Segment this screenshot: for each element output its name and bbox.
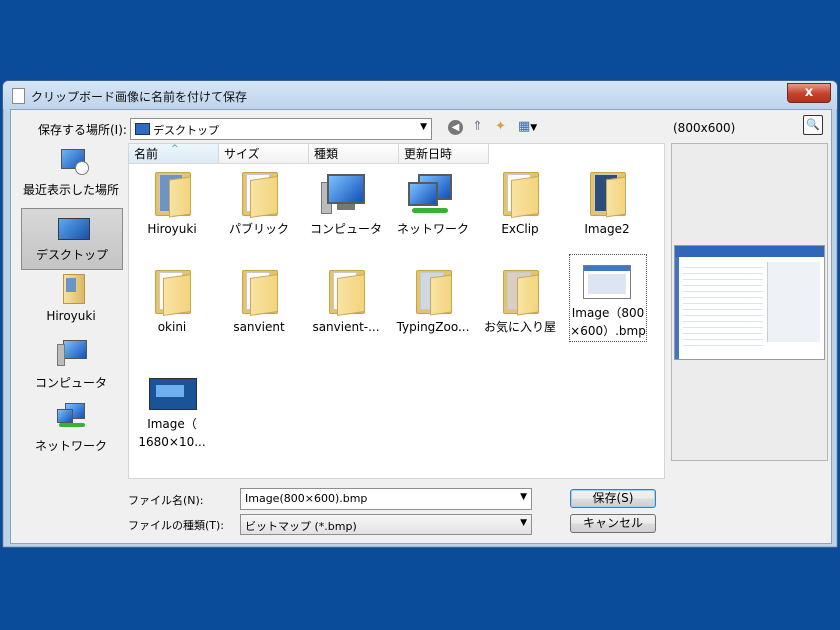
cancel-button[interactable]: キャンセル — [570, 514, 656, 533]
folder-icon — [240, 170, 280, 218]
folder-icon — [501, 268, 541, 316]
document-icon — [12, 88, 25, 104]
file-item-computer[interactable]: コンピュータ — [303, 170, 389, 262]
place-label: ネットワーク — [34, 439, 107, 453]
file-item-sanvient[interactable]: sanvient — [216, 268, 302, 360]
user-folder-icon — [153, 170, 193, 218]
file-item-image-800x600[interactable]: Image（800 ×600）.bmp — [569, 254, 647, 342]
magnifier-icon: 🔍 — [806, 118, 820, 131]
file-item-okiniiriya[interactable]: お気に入り屋 — [477, 268, 563, 360]
filetype-label: ファイルの種類(T): — [128, 519, 225, 532]
window-title: クリップボード画像に名前を付けて保存 — [31, 90, 248, 104]
folder-icon — [588, 170, 628, 218]
file-name-line1: Image（ — [147, 417, 197, 431]
places-bar: 最近表示した場所 デスクトップ Hiroyuki コンピュータ ネットワーク — [14, 143, 124, 473]
file-item-typingzoo[interactable]: TypingZoo... — [390, 268, 476, 360]
file-name-line2: ×600）.bmp — [570, 324, 646, 338]
file-item-image2[interactable]: Image2 — [564, 170, 650, 262]
file-name: ネットワーク — [396, 222, 469, 236]
file-name: お気に入り屋 — [483, 320, 556, 334]
preview-toggle-button[interactable]: 🔍 — [803, 115, 823, 135]
file-name-line2: 1680×10... — [138, 435, 206, 449]
column-label: 名前 — [134, 147, 159, 161]
place-desktop[interactable]: デスクトップ — [21, 208, 123, 270]
place-label: 最近表示した場所 — [22, 183, 119, 197]
close-button[interactable]: x — [787, 83, 831, 103]
place-computer[interactable]: コンピュータ — [21, 336, 121, 396]
dialog-client-area: 保存する場所(I): デスクトップ ▼ ◀ ⇑ ✦ ▦▼ (800x600) 🔍 — [10, 109, 832, 544]
file-list[interactable]: 名前 ^ サイズ 種類 更新日時 Hiroyuki パブリック コンピュータ ネ… — [128, 143, 665, 479]
desktop-icon — [135, 123, 150, 135]
file-item-image-1680[interactable]: Image（ 1680×10... — [129, 366, 215, 458]
folder-icon — [327, 268, 367, 316]
place-label: デスクトップ — [35, 248, 108, 262]
filetype-dropdown[interactable]: ビットマップ (*.bmp) ▼ — [240, 514, 532, 535]
bitmap-image-icon — [583, 265, 631, 299]
file-name: sanvient — [233, 320, 285, 334]
desktop-icon — [58, 214, 90, 242]
preview-size-label: (800x600) — [673, 121, 736, 135]
filename-label: ファイル名(N): — [128, 494, 204, 507]
file-name: Image2 — [584, 222, 630, 236]
back-button[interactable]: ◀ — [448, 120, 463, 135]
chevron-down-icon: ▼ — [530, 123, 538, 133]
file-item-okini[interactable]: okini — [129, 268, 215, 360]
chevron-down-icon[interactable]: ▼ — [520, 518, 527, 528]
save-dialog: クリップボード画像に名前を付けて保存 x 保存する場所(I): デスクトップ ▼… — [2, 80, 838, 548]
column-header-type[interactable]: 種類 — [309, 144, 399, 164]
column-header-size[interactable]: サイズ — [219, 144, 309, 164]
title-bar[interactable]: クリップボード画像に名前を付けて保存 x — [3, 81, 837, 109]
file-name: ExClip — [501, 222, 539, 236]
column-header-modified[interactable]: 更新日時 — [399, 144, 489, 164]
preview-pane — [671, 143, 828, 461]
user-folder-icon — [57, 274, 87, 304]
chevron-down-icon[interactable]: ▼ — [520, 492, 527, 502]
save-button[interactable]: 保存(S) — [570, 489, 656, 508]
file-item-public[interactable]: パブリック — [216, 170, 302, 262]
folder-icon — [414, 268, 454, 316]
computer-icon — [57, 340, 87, 368]
place-user[interactable]: Hiroyuki — [21, 273, 121, 333]
network-icon — [57, 403, 87, 431]
network-icon — [408, 174, 454, 218]
up-arrow-icon: ⇑ — [472, 119, 483, 134]
column-header-name[interactable]: 名前 ^ — [129, 144, 219, 164]
folder-icon — [153, 268, 193, 316]
place-label: Hiroyuki — [46, 309, 96, 323]
file-name: コンピュータ — [309, 222, 382, 236]
place-label: コンピュータ — [34, 376, 107, 390]
sort-ascending-icon: ^ — [171, 144, 179, 154]
file-name: okini — [157, 320, 187, 334]
up-folder-button[interactable]: ⇑ — [472, 119, 483, 135]
views-icon: ▦ — [518, 119, 531, 134]
computer-icon — [321, 174, 367, 218]
file-item-network[interactable]: ネットワーク — [390, 170, 476, 262]
folder-icon — [240, 268, 280, 316]
file-item-exclip[interactable]: ExClip — [477, 170, 563, 262]
file-name-line1: Image（800 — [571, 306, 645, 320]
recent-places-icon — [57, 147, 89, 175]
file-name: Hiroyuki — [147, 222, 197, 236]
file-item-sanvient-2[interactable]: sanvient-... — [303, 268, 389, 360]
preview-image — [674, 245, 825, 360]
save-location-value: デスクトップ — [153, 124, 219, 137]
back-arrow-icon: ◀ — [448, 120, 463, 135]
new-folder-button[interactable]: ✦ — [495, 119, 506, 135]
bitmap-image-icon — [149, 378, 197, 410]
save-location-dropdown[interactable]: デスクトップ ▼ — [130, 118, 432, 140]
views-menu-button[interactable]: ▦▼ — [518, 119, 537, 136]
file-name: パブリック — [228, 222, 289, 236]
place-recent[interactable]: 最近表示した場所 — [21, 143, 121, 203]
chevron-down-icon[interactable]: ▼ — [420, 122, 427, 132]
file-item-hiroyuki[interactable]: Hiroyuki — [129, 170, 215, 262]
save-location-label: 保存する場所(I): — [38, 123, 127, 137]
filename-input[interactable]: Image(800×600).bmp ▼ — [240, 488, 532, 510]
file-name: sanvient-... — [312, 320, 380, 334]
new-folder-icon: ✦ — [495, 119, 506, 134]
folder-icon — [501, 170, 541, 218]
place-network[interactable]: ネットワーク — [21, 399, 121, 459]
filetype-value: ビットマップ (*.bmp) — [245, 520, 357, 533]
filename-value: Image(800×600).bmp — [245, 492, 368, 505]
file-name: TypingZoo... — [396, 320, 470, 334]
